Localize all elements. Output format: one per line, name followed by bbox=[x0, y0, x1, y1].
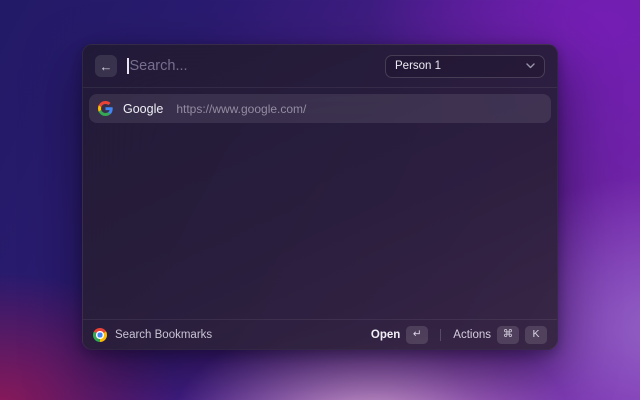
open-action-button[interactable]: Open ↵ bbox=[370, 325, 429, 344]
back-button[interactable]: ← bbox=[95, 55, 117, 77]
launcher-header: ← Person 1 bbox=[83, 45, 557, 87]
launcher-footer: Search Bookmarks Open ↵ Actions ⌘ K bbox=[83, 319, 557, 349]
chevron-down-icon bbox=[526, 63, 535, 69]
results-list: Google https://www.google.com/ bbox=[83, 88, 557, 129]
results-empty-area bbox=[83, 129, 557, 319]
google-favicon-icon bbox=[98, 101, 113, 116]
search-input[interactable] bbox=[128, 58, 375, 74]
profile-dropdown[interactable]: Person 1 bbox=[385, 54, 545, 78]
open-action-label: Open bbox=[370, 328, 401, 341]
command-key-icon: ⌘ bbox=[497, 325, 519, 344]
back-arrow-icon: ← bbox=[99, 58, 113, 74]
return-key-icon: ↵ bbox=[406, 325, 429, 344]
search-field-wrap bbox=[127, 58, 375, 74]
result-row-google[interactable]: Google https://www.google.com/ bbox=[89, 94, 551, 123]
result-title: Google bbox=[123, 101, 164, 116]
actions-menu-button[interactable]: Actions ⌘ K bbox=[453, 325, 547, 344]
launcher-window: ← Person 1 Google https://ww bbox=[82, 44, 558, 350]
profile-dropdown-value: Person 1 bbox=[395, 60, 442, 72]
command-source-label: Search Bookmarks bbox=[115, 328, 213, 341]
footer-action-divider bbox=[440, 328, 442, 341]
result-url: https://www.google.com/ bbox=[176, 101, 307, 116]
chrome-icon bbox=[93, 327, 107, 342]
k-key-icon: K bbox=[525, 325, 547, 344]
actions-menu-label: Actions bbox=[453, 328, 491, 341]
